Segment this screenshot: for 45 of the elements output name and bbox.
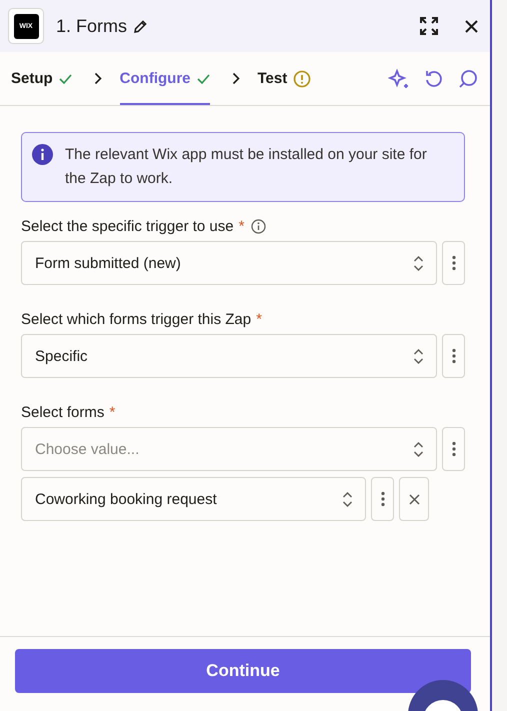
select-field[interactable]: Form submitted (new)	[21, 241, 438, 285]
info-text: The relevant Wix app must be installed on your site for the Zap to work.	[65, 145, 428, 189]
field-label: Select the specific trigger to use	[21, 218, 234, 235]
warning-icon	[293, 70, 312, 88]
more-button[interactable]	[442, 427, 465, 471]
more-button[interactable]	[371, 477, 394, 521]
continue-button[interactable]: Continue	[15, 649, 471, 693]
check-icon	[196, 74, 210, 84]
chevron-icon	[94, 72, 102, 85]
select-field[interactable]: Specific	[21, 334, 438, 378]
info-icon[interactable]	[251, 219, 266, 234]
chevron-icon	[232, 72, 240, 85]
chat-bubble-icon[interactable]	[408, 680, 478, 711]
close-icon[interactable]	[465, 20, 478, 32]
undo-icon[interactable]	[424, 68, 444, 88]
more-icon	[452, 255, 456, 271]
more-icon	[452, 348, 456, 364]
more-icon	[452, 441, 456, 457]
more-button[interactable]	[442, 334, 465, 378]
step-title: 1. Forms	[56, 16, 128, 36]
field-label: Select which forms trigger this Zap	[21, 311, 252, 328]
info-icon	[32, 144, 53, 165]
required-mark: *	[109, 404, 116, 421]
required-mark: *	[256, 311, 262, 328]
sparkle-icon[interactable]	[388, 68, 410, 90]
required-mark: *	[238, 218, 244, 235]
select-field[interactable]: Coworking booking request	[21, 477, 366, 521]
expand-icon[interactable]	[419, 16, 439, 36]
select-value: Form submitted (new)	[35, 254, 181, 272]
more-icon	[380, 491, 384, 507]
up-down-icon	[413, 440, 424, 458]
up-down-icon	[342, 490, 353, 508]
select-value: Coworking booking request	[35, 490, 217, 508]
select-placeholder: Choose value...	[35, 440, 140, 458]
field-label: Select forms	[21, 404, 104, 421]
up-down-icon	[413, 254, 424, 272]
check-icon	[58, 74, 72, 84]
close-icon	[408, 494, 420, 504]
more-button[interactable]	[442, 241, 465, 285]
step-tab[interactable]: Test	[258, 54, 312, 105]
step-tab[interactable]: Setup	[11, 54, 72, 105]
step-tab[interactable]: Configure	[120, 54, 210, 105]
edit-icon[interactable]	[133, 18, 148, 34]
up-down-icon	[413, 348, 424, 364]
select-value: Specific	[35, 348, 88, 364]
